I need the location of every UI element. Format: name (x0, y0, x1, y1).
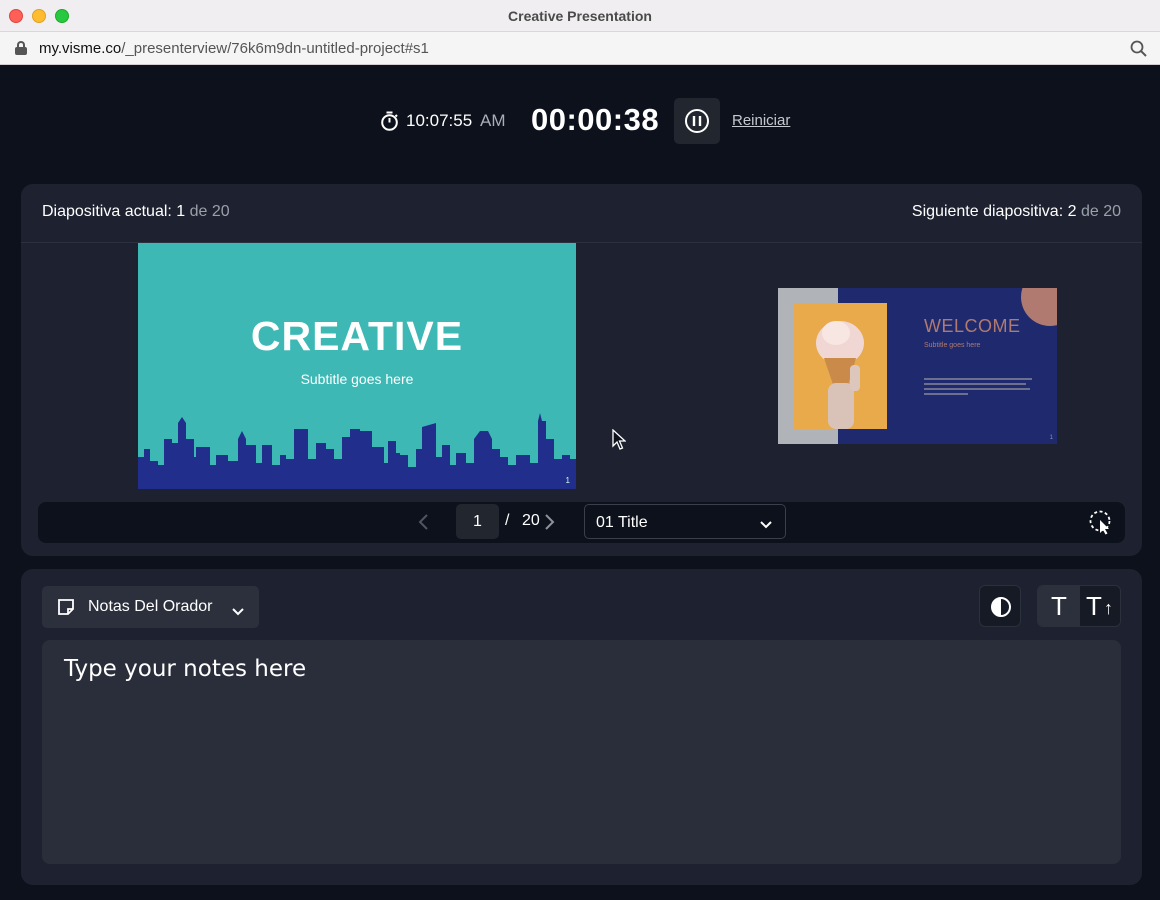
laser-pointer-icon[interactable] (1088, 509, 1114, 535)
slide-page-number: 1 (565, 476, 570, 485)
current-slide-caption: Diapositiva actual: (42, 203, 172, 220)
lock-icon (15, 41, 27, 55)
next-slide-total: de 20 (1080, 203, 1121, 220)
url-path: /_presenterview/76k6m9dn-untitled-projec… (121, 40, 429, 57)
city-skyline-illustration (138, 413, 576, 489)
slide-navigator: 1 / 20 01 Title (38, 502, 1125, 543)
timer-bar: 10:07:55 AM 00:00:38 Reiniciar (0, 98, 1160, 144)
contrast-icon (991, 597, 1011, 617)
mouse-cursor-icon (612, 428, 627, 451)
next-slide-number: 2 (1067, 203, 1077, 220)
notes-mode-dropdown[interactable]: Notas Del Orador (42, 586, 259, 628)
pause-timer-button[interactable] (674, 98, 720, 144)
clock-ampm: AM (480, 111, 506, 130)
next-slide-preview[interactable]: WELCOME Subtitle goes here 1 (778, 288, 1057, 444)
stopwatch-icon (380, 111, 399, 131)
page-total: 20 (522, 512, 540, 529)
current-slide-preview[interactable]: CREATIVE Subtitle goes here 1 (138, 243, 576, 489)
slide-select-value: 01 Title (596, 514, 648, 531)
current-slide-label: Diapositiva actual: 1 de 20 (42, 203, 230, 221)
url-text[interactable]: my.visme.co/_presenterview/76k6m9dn-unti… (39, 40, 429, 57)
next-slide-title: WELCOME (924, 316, 1021, 336)
clock-time: 10:07:55 (406, 111, 473, 130)
current-slide-total: de 20 (189, 203, 230, 220)
slide-select-dropdown[interactable]: 01 Title (584, 504, 786, 539)
slide-title: CREATIVE (250, 313, 464, 359)
restart-timer-link[interactable]: Reiniciar (732, 112, 790, 129)
next-slide-subtitle: Subtitle goes here (924, 342, 981, 349)
decorative-circle (1021, 288, 1057, 326)
text-size-controls: T T ↑ (1037, 585, 1121, 627)
ice-cream-photo (794, 303, 887, 429)
url-host: my.visme.co (39, 40, 122, 57)
page-number-input[interactable]: 1 (456, 504, 499, 539)
arrow-up-icon: ↑ (1104, 598, 1113, 618)
next-slide-caption: Siguiente diapositiva: (911, 203, 1064, 220)
sticky-note-icon (57, 598, 75, 616)
chevron-down-icon (232, 603, 244, 616)
text-size-t: T (1086, 591, 1102, 621)
chevron-down-icon (759, 517, 773, 529)
next-slide-page-number: 1 (1049, 435, 1053, 441)
window-title: Creative Presentation (508, 8, 652, 24)
address-bar[interactable]: my.visme.co/_presenterview/76k6m9dn-unti… (0, 32, 1160, 65)
contrast-toggle-button[interactable] (979, 585, 1021, 627)
decrease-text-size-button[interactable]: T (1038, 586, 1080, 626)
pause-icon (685, 109, 709, 133)
search-icon[interactable] (1130, 40, 1148, 58)
next-slide-label: Siguiente diapositiva: 2 de 20 (912, 203, 1121, 221)
page-separator: / (505, 512, 510, 529)
window-titlebar: Creative Presentation (0, 0, 1160, 32)
increase-text-size-button[interactable]: T ↑ (1080, 586, 1120, 626)
body-text-lines (924, 378, 1034, 398)
elapsed-timer: 00:00:38 (531, 102, 660, 137)
slide-subtitle: Subtitle goes here (300, 371, 414, 387)
notes-dropdown-label: Notas Del Orador (88, 598, 213, 615)
speaker-notes-panel: Notas Del Orador T T ↑ (21, 569, 1142, 885)
chevron-left-icon[interactable] (416, 512, 432, 532)
chevron-right-icon[interactable] (541, 512, 557, 532)
speaker-notes-textarea[interactable] (42, 640, 1121, 864)
current-slide-number: 1 (176, 203, 186, 220)
slides-panel: Diapositiva actual: 1 de 20 Siguiente di… (21, 184, 1142, 556)
